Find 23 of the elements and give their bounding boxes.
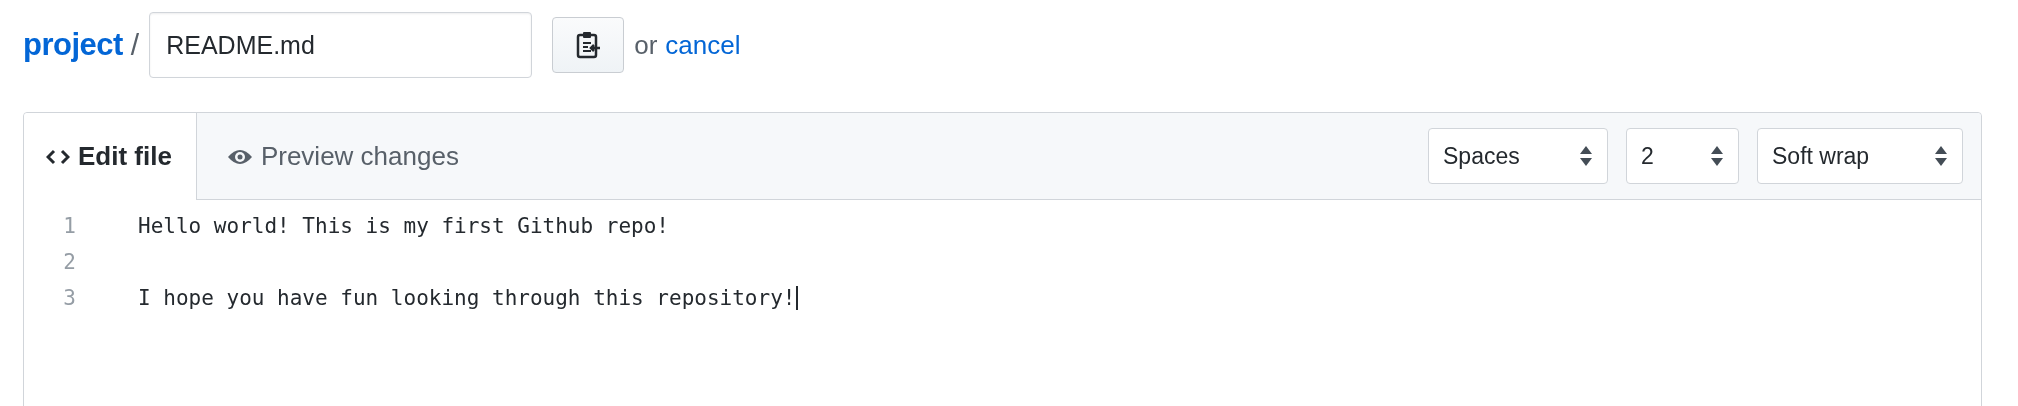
text-cursor <box>796 286 799 310</box>
filename-field[interactable]: README.md <box>149 12 533 78</box>
or-label: or <box>634 29 658 61</box>
path-separator: / <box>130 28 140 62</box>
eye-icon <box>226 147 253 166</box>
up-down-caret-icon <box>1579 145 1593 167</box>
select-dropdown[interactable]: 2 <box>1626 128 1739 184</box>
code-line: Hello world! This is my first Github repo! <box>138 214 669 238</box>
repo-link[interactable]: project <box>23 27 123 63</box>
editor-tab[interactable]: Preview changes <box>196 113 489 200</box>
code-icon <box>46 148 70 165</box>
up-down-caret-icon <box>1934 145 1948 167</box>
line-number: 2 <box>62 250 77 274</box>
editor-tab[interactable]: Edit file <box>24 113 197 200</box>
clipboard-icon <box>575 30 602 60</box>
select-dropdown[interactable]: Spaces <box>1428 128 1608 184</box>
cancel-link[interactable]: cancel <box>665 29 741 61</box>
line-number: 3 <box>62 286 77 310</box>
line-number: 1 <box>62 214 77 238</box>
select-dropdown[interactable]: Soft wrap <box>1757 128 1963 184</box>
paste-button[interactable] <box>552 17 625 73</box>
code-line: I hope you have fun looking through this repository! <box>138 286 796 310</box>
up-down-caret-icon <box>1710 145 1724 167</box>
